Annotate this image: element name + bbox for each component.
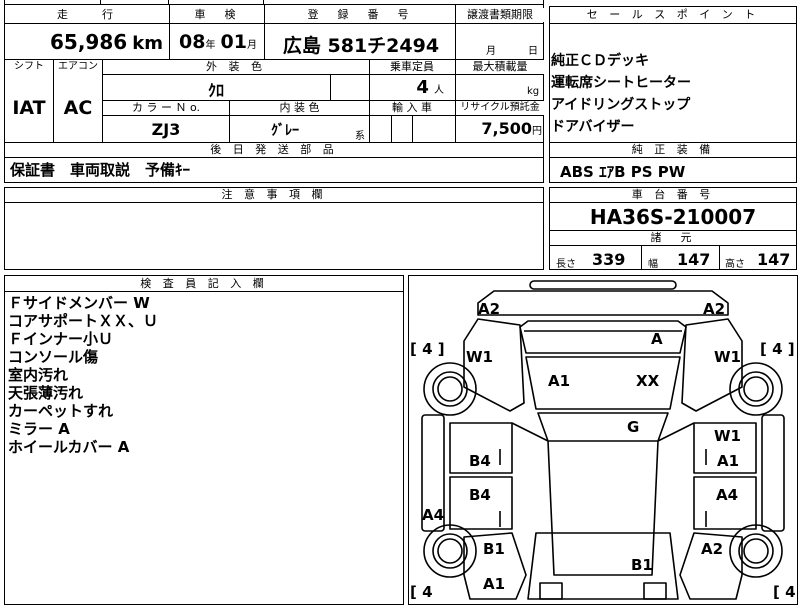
right-rocker-panel bbox=[761, 414, 785, 532]
damage-label: A2 bbox=[478, 300, 501, 318]
selling-point-item: 運転席シートヒーター bbox=[551, 75, 691, 91]
damage-label: B1 bbox=[483, 540, 505, 558]
height-value: 147 bbox=[757, 250, 791, 269]
capacity-value: 4 人 bbox=[416, 77, 444, 98]
color-no-value: ZJ3 bbox=[151, 120, 181, 139]
maxload-unit: kg bbox=[527, 86, 540, 97]
interior-suffix: 系 bbox=[355, 131, 365, 142]
exterior-header: 外 装 色 bbox=[103, 60, 369, 74]
inspector-note: 天張薄汚れ bbox=[8, 384, 84, 402]
chassis-header: 車 台 番 号 bbox=[550, 188, 796, 202]
transfer-month-unit: 月 bbox=[486, 46, 496, 57]
damage-label: G bbox=[627, 418, 640, 436]
genuine-items: ABS ｴｱB PS PW bbox=[560, 163, 686, 181]
shift-header: シフト bbox=[5, 60, 53, 74]
tire-front-left-tread: [ 4 ] bbox=[410, 340, 445, 358]
recycle-header: リサイクル預託金 bbox=[456, 101, 544, 115]
damage-label: A1 bbox=[717, 452, 740, 470]
height-label: 高さ bbox=[725, 259, 745, 270]
genuine-header: 純 正 装 備 bbox=[550, 143, 796, 157]
width-value: 147 bbox=[677, 250, 711, 269]
roof bbox=[537, 412, 669, 442]
delivery-header: 後 日 発 送 部 品 bbox=[5, 143, 543, 157]
inspector-note: 室内汚れ bbox=[8, 366, 69, 384]
inspector-note: Ｆサイドメンバー W bbox=[8, 294, 150, 312]
wheel-rear-left bbox=[423, 524, 477, 578]
mileage-header: 走 行 bbox=[5, 8, 169, 22]
chassis-number: HA36S-210007 bbox=[589, 205, 757, 229]
damage-label: B4 bbox=[469, 486, 491, 504]
delivery-items: 保証書 車両取説 予備ｷｰ bbox=[10, 161, 191, 179]
selling-point-item: 純正ＣＤデッキ bbox=[551, 53, 649, 69]
capacity-header: 乗車定員 bbox=[370, 60, 454, 74]
damage-label: A2 bbox=[703, 300, 726, 318]
recycle-fee: 7,500円 bbox=[481, 119, 542, 138]
rear-lamp-left bbox=[539, 582, 563, 600]
damage-label: A1 bbox=[483, 575, 506, 593]
shift-value: IAT bbox=[12, 97, 46, 119]
rear-lamp-right bbox=[643, 582, 667, 600]
import-header: 輸 入 車 bbox=[370, 101, 454, 115]
tire-front-right-tread: [ 4 ] bbox=[760, 340, 795, 358]
inspector-note: Ｆインナー小Ｕ bbox=[8, 330, 114, 348]
tire-rear-right-tread: [ 4 bbox=[773, 583, 796, 601]
inspector-note: コンソール傷 bbox=[8, 348, 99, 366]
exterior-color-value: ｸﾛ bbox=[207, 81, 224, 100]
front-bumper bbox=[477, 290, 729, 316]
transfer-header: 譲渡書類期限 bbox=[456, 8, 544, 22]
inspector-note: ミラー A bbox=[8, 420, 70, 438]
tire-rear-left-tread: [ 4 bbox=[410, 583, 433, 601]
aircon-value: AC bbox=[63, 97, 93, 119]
selling-point-item: ドアバイザー bbox=[551, 119, 635, 135]
dimensions-header: 諸 元 bbox=[550, 231, 796, 245]
interior-color-value: ｸﾞﾚｰ bbox=[271, 123, 299, 139]
color-no-header: カ ラ ー Ｎ o. bbox=[103, 101, 229, 115]
inspection-date: 08年 01月 bbox=[179, 31, 257, 53]
damage-label: B4 bbox=[469, 452, 491, 470]
rear-gate bbox=[527, 532, 679, 600]
damage-label: W1 bbox=[714, 427, 741, 445]
length-label: 長さ bbox=[556, 259, 576, 270]
damage-label: XX bbox=[636, 372, 660, 390]
length-value: 339 bbox=[592, 250, 626, 269]
damage-label: B1 bbox=[631, 556, 653, 574]
selling-point-item: アイドリングストップ bbox=[551, 97, 691, 113]
damage-label: A bbox=[651, 330, 663, 348]
width-label: 幅 bbox=[648, 259, 658, 270]
wheel-rear-right bbox=[729, 524, 783, 578]
registration-header: 登 録 番 号 bbox=[265, 8, 455, 22]
inspector-note: ホイールカバー A bbox=[8, 438, 130, 456]
interior-header: 内 装 色 bbox=[230, 101, 369, 115]
aircon-header: エアコン bbox=[54, 60, 102, 74]
damage-label: A1 bbox=[548, 372, 571, 390]
front-bumper-strip bbox=[529, 280, 677, 290]
damage-label: A4 bbox=[716, 486, 739, 504]
inspector-header: 検 査 員 記 入 欄 bbox=[5, 277, 403, 291]
damage-label: A2 bbox=[701, 540, 724, 558]
transfer-day-unit: 日 bbox=[528, 46, 538, 57]
damage-label: W1 bbox=[714, 348, 741, 366]
inspector-note: コアサポートＸＸ、Ｕ bbox=[8, 312, 159, 330]
caution-header: 注 意 事 項 欄 bbox=[5, 188, 543, 202]
inspector-note: カーペットすれ bbox=[8, 402, 114, 420]
damage-label: A4 bbox=[422, 506, 445, 524]
selling-points-header: セ ー ル ス ポ イ ン ト bbox=[550, 8, 796, 22]
inspection-header: 車 検 bbox=[170, 8, 264, 22]
damage-label: W1 bbox=[466, 348, 493, 366]
maxload-header: 最大積載量 bbox=[456, 60, 544, 74]
registration-number: 広島 581チ2494 bbox=[282, 35, 440, 57]
mileage-value: 65,986 km bbox=[49, 30, 163, 54]
